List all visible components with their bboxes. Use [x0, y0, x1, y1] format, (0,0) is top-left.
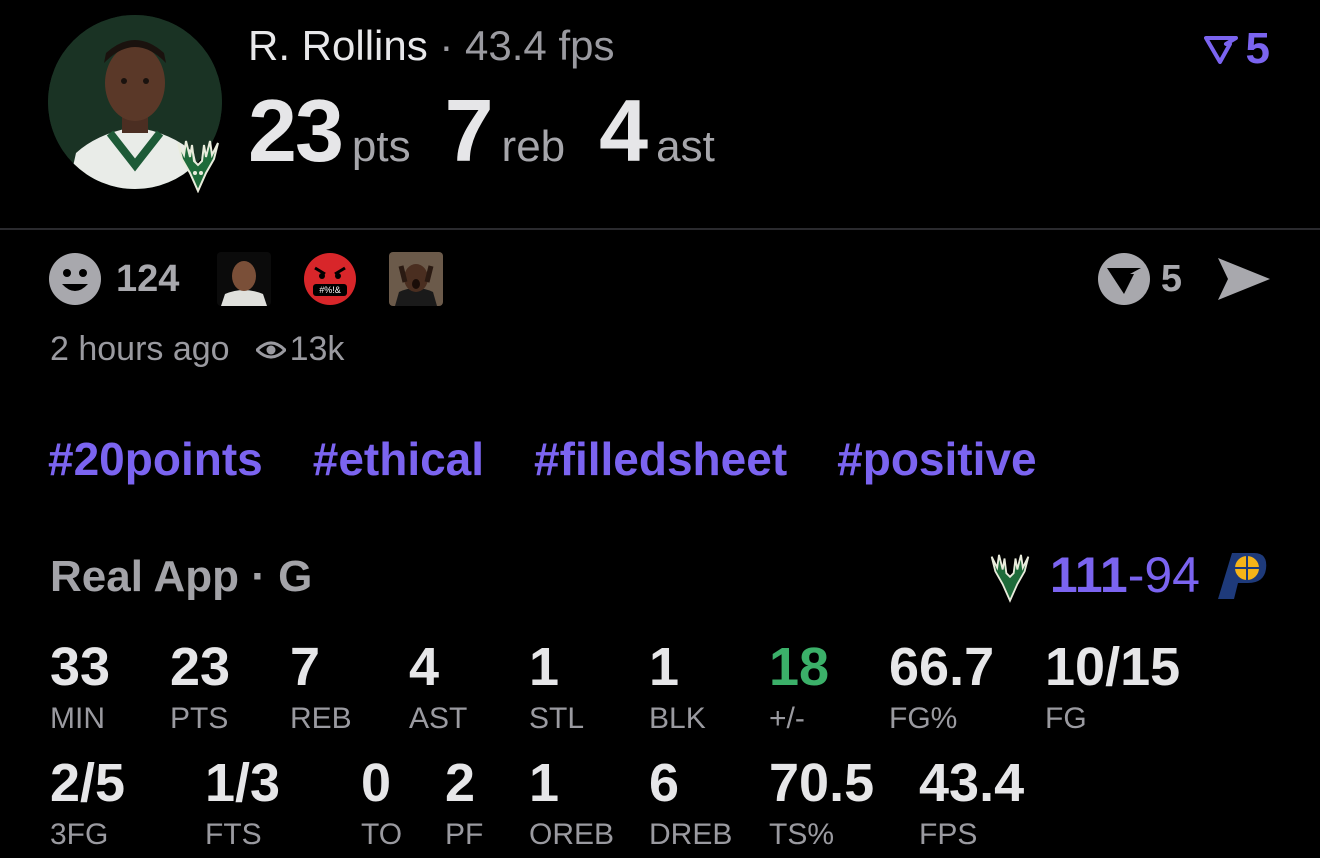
box-stat-value: 43.4	[919, 753, 1025, 813]
box-stat-value: 2	[445, 753, 476, 813]
send-icon[interactable]	[1216, 256, 1272, 302]
hashtag[interactable]: #positive	[837, 432, 1036, 486]
stat-rebounds-unit: reb	[501, 122, 566, 171]
stat-assists-value: 4	[599, 81, 648, 180]
box-stat-label: +/-	[769, 702, 805, 735]
bucks-logo-icon	[174, 133, 222, 194]
box-stat-fts: 1/3 FTS	[205, 756, 280, 850]
top-rating-count: 5	[1245, 24, 1270, 73]
box-stat-value: 6	[649, 753, 680, 813]
box-stat-value: 1/3	[205, 753, 281, 813]
box-stat-value: 66.7	[889, 637, 995, 697]
box-stat-value: 10/15	[1045, 637, 1181, 697]
eye-icon	[255, 341, 286, 358]
box-stat-value: 0	[361, 753, 392, 813]
box-stat-stl: 1 STL	[529, 640, 584, 734]
box-stat-min: 33 MIN	[50, 640, 110, 734]
player-name[interactable]: R. Rollins	[248, 22, 428, 69]
box-stat-label: STL	[529, 702, 585, 735]
smiley-reaction-icon[interactable]	[48, 252, 102, 306]
box-stat-value: 4	[409, 637, 440, 697]
box-stat-label: 3FG	[50, 818, 109, 851]
bucks-logo-icon	[990, 554, 1030, 603]
box-stat-label: OREB	[529, 818, 615, 851]
box-stat-value: 70.5	[769, 753, 875, 813]
stat-points-unit: pts	[351, 122, 411, 171]
rating-v-icon	[1203, 36, 1238, 64]
player-fps: 43.4 fps	[465, 22, 615, 69]
box-stat-3fg: 2/5 3FG	[50, 756, 125, 850]
box-stat-fps: 43.4 FPS	[919, 756, 1024, 850]
score-dash: -	[1127, 547, 1145, 603]
player-name-line: R. Rollins · 43.4 fps	[248, 22, 615, 70]
post-time: 2 hours ago	[50, 330, 230, 368]
post-meta: 2 hours ago 13k	[50, 330, 344, 369]
shocked-person-reaction[interactable]	[389, 252, 444, 306]
top-rating-button[interactable]: 5	[1203, 24, 1270, 74]
box-stat-value: 23	[170, 637, 231, 697]
box-stat-blk: 1 BLK	[649, 640, 706, 734]
box-stat-oreb: 1 OREB	[529, 756, 614, 850]
view-count-value: 13k	[289, 330, 345, 368]
vote-count[interactable]: 5	[1161, 258, 1182, 301]
player-face-reaction[interactable]	[217, 252, 272, 306]
box-stat-pts: 23 PTS	[170, 640, 230, 734]
game-score[interactable]: 111-94	[988, 546, 1270, 604]
box-stat-label: FTS	[205, 818, 262, 851]
box-stat-label: REB	[290, 702, 352, 735]
box-stat-value: 2/5	[50, 753, 126, 813]
home-score: 111	[1049, 547, 1128, 603]
reaction-count[interactable]: 124	[116, 258, 179, 301]
hashtag[interactable]: #filledsheet	[534, 432, 787, 486]
box-stat-fg: 10/15 FG	[1045, 640, 1180, 734]
angry-emoji-reaction[interactable]: #%!&	[303, 252, 357, 306]
box-stat-dreb: 6 DREB	[649, 756, 732, 850]
stat-points-value: 23	[248, 81, 344, 180]
box-stat-plus-minus: 18 +/-	[769, 640, 829, 734]
box-stat-reb: 7 REB	[290, 640, 352, 734]
vote-v-icon[interactable]	[1097, 252, 1151, 306]
box-stat-value: 1	[529, 637, 560, 697]
header-divider	[0, 228, 1320, 230]
box-stat-label: PTS	[170, 702, 229, 735]
box-stat-pf: 2 PF	[445, 756, 483, 850]
view-count: 13k	[255, 330, 345, 369]
box-stat-label: FG	[1045, 702, 1087, 735]
box-stat-label: TS%	[769, 818, 835, 851]
box-stat-ast: 4 AST	[409, 640, 467, 734]
angry-symbols: #%!&	[320, 285, 342, 295]
hashtag-list: #20points #ethical #filledsheet #positiv…	[48, 432, 1037, 486]
stat-rebounds-value: 7	[444, 81, 494, 180]
box-stat-label: BLK	[649, 702, 706, 735]
name-separator: ·	[427, 22, 466, 69]
box-stat-label: DREB	[649, 818, 733, 851]
box-stat-value: 1	[529, 753, 560, 813]
box-stat-label: AST	[409, 702, 468, 735]
box-stat-fg-pct: 66.7 FG%	[889, 640, 994, 734]
hashtag[interactable]: #ethical	[313, 432, 484, 486]
box-stat-label: PF	[445, 818, 484, 851]
statline: 23 pts 7 reb 4 ast	[248, 80, 749, 182]
box-stat-value: 1	[649, 637, 680, 697]
box-stat-value: 7	[290, 637, 321, 697]
box-stat-label: MIN	[50, 702, 105, 735]
reactions-bar: 124 #%!&	[48, 252, 475, 306]
box-stat-value: 18	[769, 637, 830, 697]
box-stat-value: 33	[50, 637, 111, 697]
pacers-logo-icon	[1218, 553, 1267, 599]
hashtag[interactable]: #20points	[48, 432, 263, 486]
away-score: 94	[1144, 547, 1200, 603]
stat-assists-unit: ast	[656, 122, 715, 171]
box-stat-label: FPS	[919, 818, 978, 851]
box-stat-label: TO	[361, 818, 403, 851]
box-stat-to: 0 TO	[361, 756, 402, 850]
game-source: Real App · G	[50, 552, 313, 601]
box-stat-ts-pct: 70.5 TS%	[769, 756, 874, 850]
box-stat-label: FG%	[889, 702, 958, 735]
post-actions: 5	[1097, 252, 1272, 306]
